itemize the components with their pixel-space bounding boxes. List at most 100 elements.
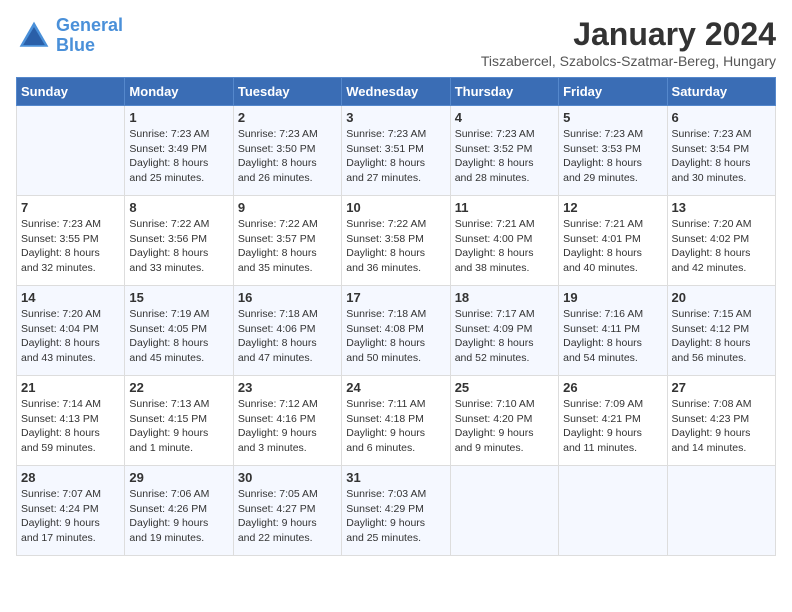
cell-info: Sunrise: 7:18 AMSunset: 4:06 PMDaylight:…: [238, 307, 337, 366]
cell-info: Sunrise: 7:23 AMSunset: 3:50 PMDaylight:…: [238, 127, 337, 186]
calendar-cell: 31 Sunrise: 7:03 AMSunset: 4:29 PMDayligh…: [342, 466, 450, 556]
day-number: 30: [238, 470, 337, 485]
cell-info: Sunrise: 7:10 AMSunset: 4:20 PMDaylight:…: [455, 397, 554, 456]
cell-info: Sunrise: 7:23 AMSunset: 3:53 PMDaylight:…: [563, 127, 662, 186]
day-number: 20: [672, 290, 771, 305]
cell-info: Sunrise: 7:11 AMSunset: 4:18 PMDaylight:…: [346, 397, 445, 456]
day-number: 31: [346, 470, 445, 485]
cell-info: Sunrise: 7:20 AMSunset: 4:04 PMDaylight:…: [21, 307, 120, 366]
calendar-cell: 1 Sunrise: 7:23 AMSunset: 3:49 PMDaylight…: [125, 106, 233, 196]
cell-info: Sunrise: 7:06 AMSunset: 4:26 PMDaylight:…: [129, 487, 228, 546]
day-number: 16: [238, 290, 337, 305]
calendar-cell: 21 Sunrise: 7:14 AMSunset: 4:13 PMDayligh…: [17, 376, 125, 466]
day-number: 13: [672, 200, 771, 215]
day-number: 1: [129, 110, 228, 125]
day-number: 6: [672, 110, 771, 125]
cell-info: Sunrise: 7:09 AMSunset: 4:21 PMDaylight:…: [563, 397, 662, 456]
cell-info: Sunrise: 7:19 AMSunset: 4:05 PMDaylight:…: [129, 307, 228, 366]
day-number: 2: [238, 110, 337, 125]
calendar-cell: [559, 466, 667, 556]
column-header-saturday: Saturday: [667, 78, 775, 106]
calendar-cell: 11Sunrise: 7:21 AMSunset: 4:00 PMDayligh…: [450, 196, 558, 286]
day-number: 25: [455, 380, 554, 395]
column-header-friday: Friday: [559, 78, 667, 106]
calendar-table: SundayMondayTuesdayWednesdayThursdayFrid…: [16, 77, 776, 556]
column-header-monday: Monday: [125, 78, 233, 106]
calendar-week-row: 21 Sunrise: 7:14 AMSunset: 4:13 PMDayligh…: [17, 376, 776, 466]
day-number: 26: [563, 380, 662, 395]
cell-info: Sunrise: 7:21 AMSunset: 4:01 PMDaylight:…: [563, 217, 662, 276]
logo-icon: [16, 18, 52, 54]
column-header-wednesday: Wednesday: [342, 78, 450, 106]
cell-info: Sunrise: 7:23 AMSunset: 3:52 PMDaylight:…: [455, 127, 554, 186]
location: Tiszabercel, Szabolcs-Szatmar-Bereg, Hun…: [481, 53, 776, 69]
calendar-week-row: 14Sunrise: 7:20 AMSunset: 4:04 PMDayligh…: [17, 286, 776, 376]
calendar-cell: 10Sunrise: 7:22 AMSunset: 3:58 PMDayligh…: [342, 196, 450, 286]
month-year: January 2024: [481, 16, 776, 53]
cell-info: Sunrise: 7:13 AMSunset: 4:15 PMDaylight:…: [129, 397, 228, 456]
calendar-cell: 26 Sunrise: 7:09 AMSunset: 4:21 PMDayligh…: [559, 376, 667, 466]
calendar-cell: 28Sunrise: 7:07 AMSunset: 4:24 PMDayligh…: [17, 466, 125, 556]
cell-info: Sunrise: 7:14 AMSunset: 4:13 PMDaylight:…: [21, 397, 120, 456]
day-number: 11: [455, 200, 554, 215]
day-number: 4: [455, 110, 554, 125]
day-number: 29: [129, 470, 228, 485]
calendar-cell: [667, 466, 775, 556]
day-number: 22: [129, 380, 228, 395]
calendar-cell: 6 Sunrise: 7:23 AMSunset: 3:54 PMDaylight…: [667, 106, 775, 196]
day-number: 9: [238, 200, 337, 215]
day-number: 3: [346, 110, 445, 125]
cell-info: Sunrise: 7:18 AMSunset: 4:08 PMDaylight:…: [346, 307, 445, 366]
calendar-cell: 7 Sunrise: 7:23 AMSunset: 3:55 PMDaylight…: [17, 196, 125, 286]
cell-info: Sunrise: 7:20 AMSunset: 4:02 PMDaylight:…: [672, 217, 771, 276]
calendar-cell: 20 Sunrise: 7:15 AMSunset: 4:12 PMDayligh…: [667, 286, 775, 376]
calendar-cell: 22 Sunrise: 7:13 AMSunset: 4:15 PMDayligh…: [125, 376, 233, 466]
day-number: 19: [563, 290, 662, 305]
calendar-cell: 17 Sunrise: 7:18 AMSunset: 4:08 PMDayligh…: [342, 286, 450, 376]
cell-info: Sunrise: 7:16 AMSunset: 4:11 PMDaylight:…: [563, 307, 662, 366]
day-number: 17: [346, 290, 445, 305]
cell-info: Sunrise: 7:17 AMSunset: 4:09 PMDaylight:…: [455, 307, 554, 366]
calendar-cell: 3 Sunrise: 7:23 AMSunset: 3:51 PMDaylight…: [342, 106, 450, 196]
cell-info: Sunrise: 7:03 AMSunset: 4:29 PMDaylight:…: [346, 487, 445, 546]
cell-info: Sunrise: 7:15 AMSunset: 4:12 PMDaylight:…: [672, 307, 771, 366]
calendar-cell: 16 Sunrise: 7:18 AMSunset: 4:06 PMDayligh…: [233, 286, 341, 376]
day-number: 27: [672, 380, 771, 395]
cell-info: Sunrise: 7:08 AMSunset: 4:23 PMDaylight:…: [672, 397, 771, 456]
calendar-cell: 18 Sunrise: 7:17 AMSunset: 4:09 PMDayligh…: [450, 286, 558, 376]
day-number: 28: [21, 470, 120, 485]
column-header-sunday: Sunday: [17, 78, 125, 106]
calendar-cell: [450, 466, 558, 556]
calendar-cell: 24 Sunrise: 7:11 AMSunset: 4:18 PMDayligh…: [342, 376, 450, 466]
cell-info: Sunrise: 7:22 AMSunset: 3:57 PMDaylight:…: [238, 217, 337, 276]
cell-info: Sunrise: 7:12 AMSunset: 4:16 PMDaylight:…: [238, 397, 337, 456]
page-header: General Blue January 2024 Tiszabercel, S…: [16, 16, 776, 69]
calendar-week-row: 1 Sunrise: 7:23 AMSunset: 3:49 PMDaylight…: [17, 106, 776, 196]
title-block: January 2024 Tiszabercel, Szabolcs-Szatm…: [481, 16, 776, 69]
calendar-cell: 29 Sunrise: 7:06 AMSunset: 4:26 PMDayligh…: [125, 466, 233, 556]
calendar-cell: 8Sunrise: 7:22 AMSunset: 3:56 PMDaylight…: [125, 196, 233, 286]
day-number: 24: [346, 380, 445, 395]
calendar-cell: [17, 106, 125, 196]
calendar-cell: 23Sunrise: 7:12 AMSunset: 4:16 PMDayligh…: [233, 376, 341, 466]
day-number: 15: [129, 290, 228, 305]
cell-info: Sunrise: 7:23 AMSunset: 3:54 PMDaylight:…: [672, 127, 771, 186]
calendar-cell: 19 Sunrise: 7:16 AMSunset: 4:11 PMDayligh…: [559, 286, 667, 376]
calendar-cell: 30Sunrise: 7:05 AMSunset: 4:27 PMDayligh…: [233, 466, 341, 556]
cell-info: Sunrise: 7:23 AMSunset: 3:51 PMDaylight:…: [346, 127, 445, 186]
day-number: 18: [455, 290, 554, 305]
calendar-cell: 12Sunrise: 7:21 AMSunset: 4:01 PMDayligh…: [559, 196, 667, 286]
calendar-cell: 14Sunrise: 7:20 AMSunset: 4:04 PMDayligh…: [17, 286, 125, 376]
calendar-cell: 5Sunrise: 7:23 AMSunset: 3:53 PMDaylight…: [559, 106, 667, 196]
calendar-cell: 25 Sunrise: 7:10 AMSunset: 4:20 PMDayligh…: [450, 376, 558, 466]
calendar-cell: 27 Sunrise: 7:08 AMSunset: 4:23 PMDayligh…: [667, 376, 775, 466]
day-number: 7: [21, 200, 120, 215]
cell-info: Sunrise: 7:23 AMSunset: 3:49 PMDaylight:…: [129, 127, 228, 186]
cell-info: Sunrise: 7:22 AMSunset: 3:58 PMDaylight:…: [346, 217, 445, 276]
cell-info: Sunrise: 7:22 AMSunset: 3:56 PMDaylight:…: [129, 217, 228, 276]
logo: General Blue: [16, 16, 123, 56]
day-number: 21: [21, 380, 120, 395]
calendar-cell: 2 Sunrise: 7:23 AMSunset: 3:50 PMDaylight…: [233, 106, 341, 196]
column-header-tuesday: Tuesday: [233, 78, 341, 106]
cell-info: Sunrise: 7:23 AMSunset: 3:55 PMDaylight:…: [21, 217, 120, 276]
